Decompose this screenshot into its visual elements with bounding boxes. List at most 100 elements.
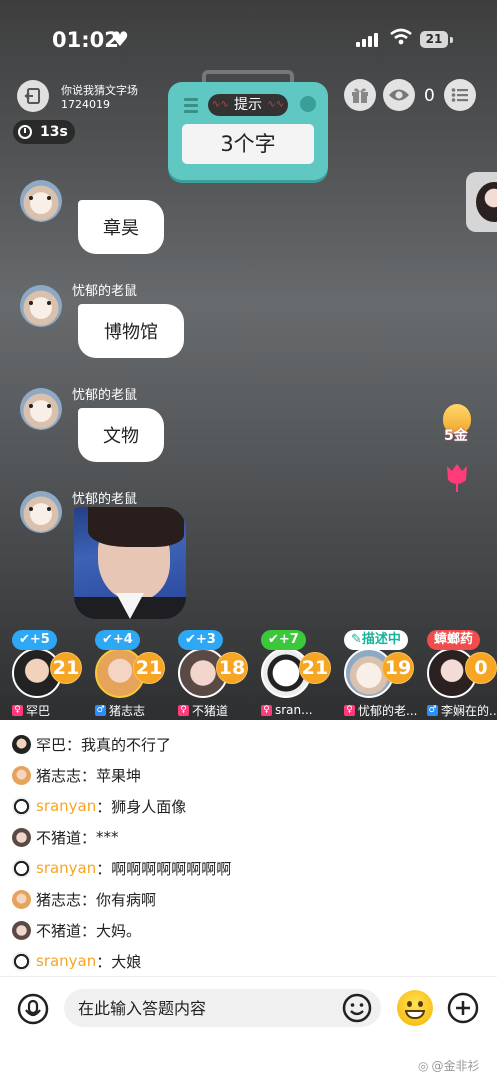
gift-button[interactable] xyxy=(344,79,376,111)
player-name: 罕巴 xyxy=(26,703,51,718)
message-sender: 忧郁的老鼠 xyxy=(72,388,138,403)
female-icon: ♀ xyxy=(12,704,23,716)
player-score: 21 xyxy=(50,652,82,684)
score-gain-badge: ✔+3 xyxy=(178,630,223,650)
speaker-grille-icon xyxy=(184,98,198,116)
message-bubble: 博物馆 xyxy=(78,304,184,358)
message-photo[interactable] xyxy=(74,507,186,619)
chat-log: 罕巴：我真的不行了 猪志志：苹果坤 sranyan：狮身人面像 不猪道： *** sran… xyxy=(0,720,497,976)
message-avatar xyxy=(20,285,62,327)
male-icon: ♂ xyxy=(427,704,438,716)
chat-sender: sranyan xyxy=(36,859,97,877)
viewer-count: 0 xyxy=(424,86,435,106)
exit-room-button[interactable] xyxy=(17,80,49,112)
player-name: 猪志志 xyxy=(109,703,146,718)
player-slot[interactable]: ✔+7 21 ♀ sran... xyxy=(259,628,341,720)
battery-indicator: 21 xyxy=(420,31,448,48)
player-name: sran... xyxy=(275,703,313,717)
chat-separator: ： xyxy=(81,766,97,785)
message-sender: 忧郁的老鼠 xyxy=(72,492,138,507)
chat-text: 我真的不行了 xyxy=(81,735,172,754)
chat-separator: ： xyxy=(81,828,97,847)
player-name: 忧郁的老... xyxy=(358,703,418,718)
room-id: 1724019 xyxy=(61,98,110,111)
side-player-avatar[interactable] xyxy=(466,172,497,232)
chat-separator: ： xyxy=(96,859,112,878)
chat-avatar xyxy=(12,765,31,785)
chat-message: 猪志志：苹果坤 xyxy=(12,761,141,789)
clock-icon xyxy=(18,125,32,139)
input-bar: ◎@金非衫 xyxy=(0,976,497,1081)
player-slot[interactable]: ✎描述中 19 ♀ 忧郁的老... xyxy=(342,628,424,720)
room-name: 你说我猜文字场 xyxy=(61,84,138,97)
egg-gift-label: 5金 xyxy=(444,428,468,444)
player-slot[interactable]: ✔+4 21 ♂ 猪志志 xyxy=(93,628,175,720)
chat-text: 你有病啊 xyxy=(96,890,157,909)
chat-sender: sranyan xyxy=(36,952,97,970)
exit-icon xyxy=(24,88,40,104)
heart-icon: ♥ xyxy=(111,27,129,51)
message-avatar xyxy=(20,491,62,533)
hint-card: 提示 3个字 xyxy=(168,70,328,182)
chat-text: 苹果坤 xyxy=(96,766,142,785)
knob-icon xyxy=(300,96,316,112)
female-icon: ♀ xyxy=(178,704,189,716)
plus-icon[interactable] xyxy=(447,992,479,1024)
chat-sender: sranyan xyxy=(36,797,97,815)
chat-separator: ： xyxy=(96,797,112,816)
flower-gift-icon[interactable] xyxy=(443,462,471,492)
player-name: 不猪道 xyxy=(192,703,229,718)
microphone-icon[interactable] xyxy=(17,993,49,1025)
chat-sender: 罕巴 xyxy=(36,735,67,754)
player-name-row: ♀ 不猪道 xyxy=(178,702,258,718)
player-name-row: ♀ 忧郁的老... xyxy=(344,702,424,718)
chat-avatar xyxy=(12,858,31,878)
describing-badge: ✎描述中 xyxy=(344,630,408,650)
timer-text: 13s xyxy=(40,124,68,140)
score-gain-badge: ✔+7 xyxy=(261,630,306,650)
spectate-button[interactable] xyxy=(383,79,415,111)
chat-avatar xyxy=(12,920,31,940)
player-name-row: ♂ 猪志志 xyxy=(95,702,175,718)
countdown-timer: 13s xyxy=(13,120,75,144)
chat-separator: ： xyxy=(81,921,97,940)
player-slot[interactable]: 蟑螂药 0 ♂ 李娴在的... xyxy=(425,628,497,720)
chat-avatar xyxy=(12,951,31,971)
score-gain-badge: ✔+4 xyxy=(95,630,140,650)
score-gain-badge: ✔+5 xyxy=(12,630,57,650)
chat-sender: 不猪道 xyxy=(36,828,82,847)
chat-sender: 猪志志 xyxy=(36,766,82,785)
answer-input[interactable] xyxy=(64,989,381,1027)
hint-body: 提示 3个字 xyxy=(168,82,328,180)
player-bar: ✔+5 21 ♀ 罕巴 ✔+4 21 ♂ 猪志志 ✔+3 18 ♀ 不猪道 ✔+7 2… xyxy=(0,628,497,720)
chat-text: 狮身人面像 xyxy=(111,797,187,816)
title-badge: 蟑螂药 xyxy=(427,630,481,650)
message-avatar xyxy=(20,180,62,222)
chat-sender: 不猪道 xyxy=(36,921,82,940)
player-slot[interactable]: ✔+5 21 ♀ 罕巴 xyxy=(10,628,92,720)
chat-message: 猪志志：你有病啊 xyxy=(12,885,156,913)
message-sender: 忧郁的老鼠 xyxy=(72,284,138,299)
emoji-icon[interactable] xyxy=(342,993,372,1023)
hint-label: 提示 xyxy=(208,94,288,116)
chat-avatar xyxy=(12,827,31,847)
player-name-row: ♀ 罕巴 xyxy=(12,702,92,718)
message-bubble: 文物 xyxy=(78,408,164,462)
chat-avatar xyxy=(12,734,31,754)
chat-text: 大娘 xyxy=(111,952,142,971)
chat-message: 罕巴：我真的不行了 xyxy=(12,730,171,758)
male-icon: ♂ xyxy=(95,704,106,716)
player-slot[interactable]: ✔+3 18 ♀ 不猪道 xyxy=(176,628,258,720)
weibo-icon: ◎ xyxy=(418,1058,429,1073)
chat-avatar xyxy=(12,796,31,816)
message-bubble: 章昊 xyxy=(78,200,164,254)
chat-message: sranyan：大娘 xyxy=(12,947,141,975)
chat-message: sranyan：狮身人面像 xyxy=(12,792,186,820)
game-area: 01:02 ♥ 21 你说我猜文字场 1724019 13s 提示 3个字 xyxy=(0,0,497,720)
player-score: 19 xyxy=(382,652,414,684)
quick-emoji-button[interactable] xyxy=(397,990,433,1026)
wifi-icon xyxy=(390,28,412,45)
menu-button[interactable] xyxy=(444,79,476,111)
female-icon: ♀ xyxy=(344,704,355,716)
chat-text: 大妈。 xyxy=(96,921,142,940)
